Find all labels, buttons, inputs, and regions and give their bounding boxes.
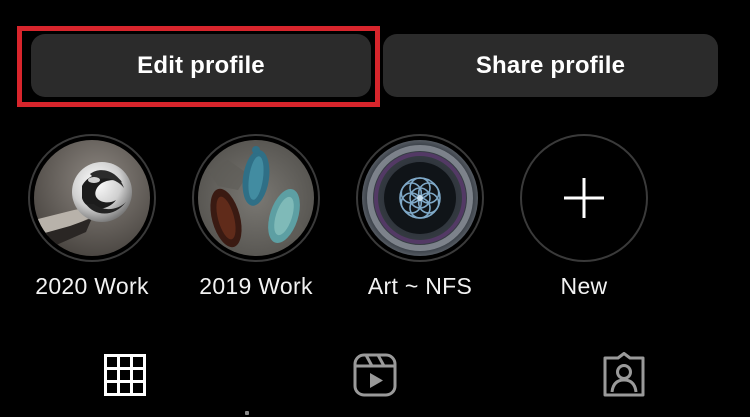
highlight-ring: [28, 134, 156, 262]
grid-icon: [104, 354, 146, 396]
highlight-art-nfs[interactable]: Art ~ NFS: [355, 134, 485, 300]
edit-profile-highlight-box: [17, 26, 380, 107]
highlight-2020-work[interactable]: 2020 Work: [27, 134, 157, 300]
share-profile-label: Share profile: [475, 51, 626, 79]
highlight-label: 2020 Work: [35, 273, 149, 299]
highlight-label: New: [560, 273, 608, 299]
tab-posts-grid[interactable]: [102, 352, 148, 398]
tagged-person-icon: [603, 352, 645, 397]
divider-dot: [245, 411, 249, 415]
glass-leaves-thumbnail: [198, 140, 314, 256]
flower-of-life-thumbnail: [362, 140, 478, 256]
tab-tagged[interactable]: [601, 352, 647, 398]
tab-reels[interactable]: [352, 352, 398, 398]
reels-icon: [353, 353, 397, 397]
new-highlight-ring: [520, 134, 648, 262]
glass-marble-thumbnail: [34, 140, 150, 256]
highlight-label: Art ~ NFS: [367, 273, 473, 299]
highlight-ring: [192, 134, 320, 262]
share-profile-button[interactable]: Share profile: [383, 34, 718, 97]
plus-icon: [564, 178, 604, 218]
highlight-2019-work[interactable]: 2019 Work: [191, 134, 321, 300]
highlight-new[interactable]: New: [519, 134, 649, 300]
highlight-ring: [356, 134, 484, 262]
highlight-label: 2019 Work: [199, 273, 313, 299]
